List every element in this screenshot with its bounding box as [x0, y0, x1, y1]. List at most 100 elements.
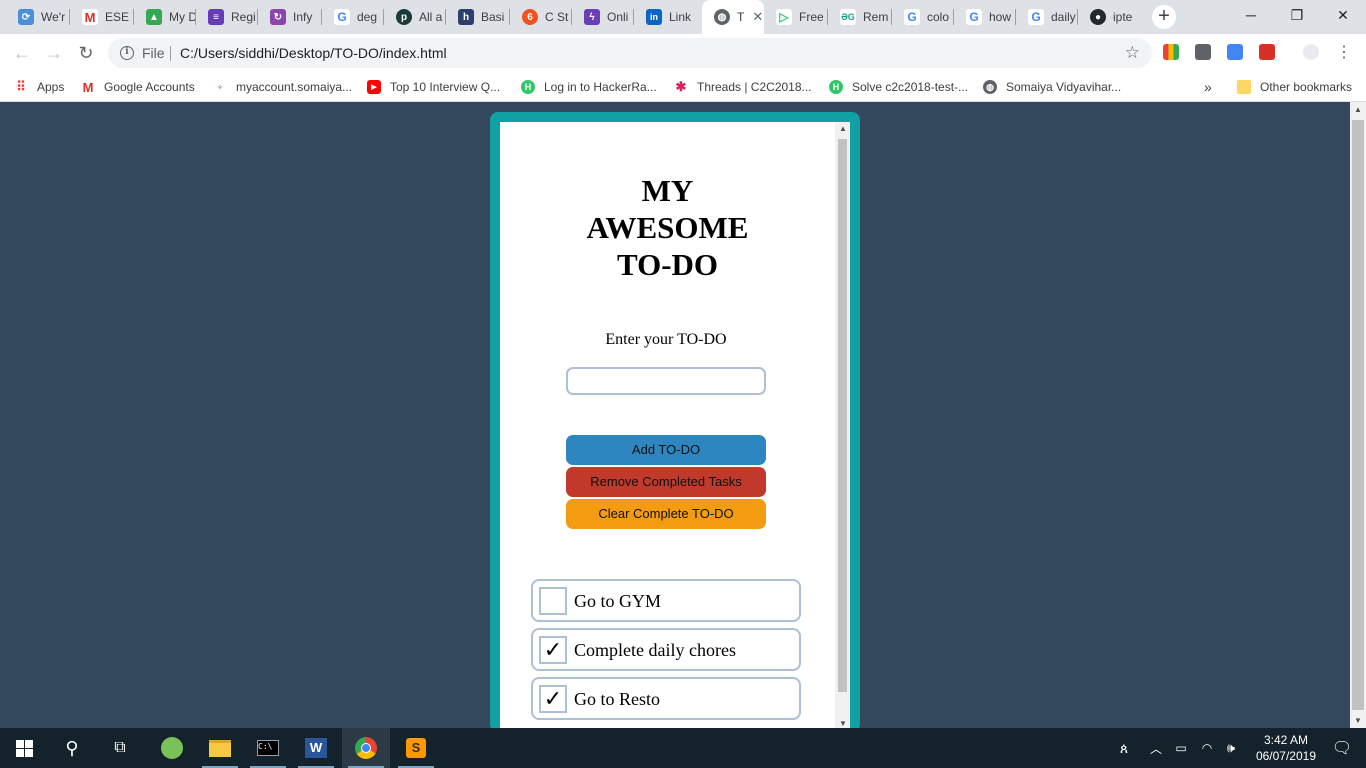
scroll-up-icon[interactable]: ▲: [1354, 105, 1362, 114]
taskbar: ⚲ ⧉ C:\ W S ጰ ︿ ▭ ◠ 🕪 3:42 AM 06/07/2019…: [0, 728, 1366, 768]
bookmark-item[interactable]: ◍ Somaiya Vidyavihar...: [983, 78, 1121, 96]
browser-tab[interactable]: ● ipte: [1078, 0, 1142, 34]
address-divider: [170, 46, 171, 61]
todo-checkbox[interactable]: ✓: [539, 636, 567, 664]
file-explorer-icon[interactable]: [196, 728, 244, 768]
bookmark-item[interactable]: H Log in to HackerRa...: [521, 78, 657, 96]
forms-icon: ≡: [208, 9, 224, 25]
panel-scrollbar-thumb[interactable]: [838, 139, 847, 692]
extension-icon[interactable]: [1195, 44, 1211, 60]
chrome-icon[interactable]: [342, 728, 390, 768]
bookmarks-overflow-button[interactable]: »: [1204, 78, 1212, 96]
todo-item[interactable]: ✓ Go to Resto: [531, 677, 801, 720]
browser-tab[interactable]: Gdeg: [322, 0, 384, 34]
notifications-icon[interactable]: 🗨: [1318, 728, 1366, 768]
bookmark-item[interactable]: H Solve c2c2018-test-...: [829, 78, 968, 96]
terminal-icon[interactable]: C:\: [244, 728, 292, 768]
new-tab-button[interactable]: +: [1152, 5, 1176, 29]
bookmark-apps[interactable]: ⠿ Apps: [14, 78, 64, 96]
close-icon[interactable]: ✕: [752, 9, 763, 25]
browser-tab[interactable]: 6C St: [510, 0, 572, 34]
google-icon: G: [904, 9, 920, 25]
title-line: TO-DO: [616, 247, 719, 282]
google-icon: G: [966, 9, 982, 25]
browser-tab[interactable]: Ghow: [954, 0, 1016, 34]
other-bookmarks[interactable]: Other bookmarks: [1237, 78, 1352, 96]
todo-checkbox[interactable]: [539, 587, 567, 615]
minimize-button[interactable]: ─: [1228, 0, 1274, 30]
browser-tab-active[interactable]: ◍ T ✕: [702, 0, 764, 34]
browser-tab[interactable]: ▲ My D: [134, 0, 196, 34]
start-button[interactable]: [0, 728, 48, 768]
taskbar-clock[interactable]: 3:42 AM 06/07/2019: [1256, 732, 1316, 764]
todo-input[interactable]: [566, 367, 766, 395]
hashnode-icon: h: [458, 9, 474, 25]
volume-icon[interactable]: 🕪: [1216, 728, 1246, 768]
todo-item[interactable]: ✓ Complete daily chores: [531, 628, 801, 671]
back-button[interactable]: ←: [11, 42, 33, 64]
hackerrank-icon: H: [521, 80, 535, 94]
codechef-icon: 6: [522, 9, 538, 25]
title-line: MY: [641, 173, 694, 208]
sync-icon: ⟳: [18, 9, 34, 25]
infy-icon: ↻: [270, 9, 286, 25]
profile-avatar[interactable]: [1303, 44, 1319, 60]
todo-item[interactable]: Go to GYM: [531, 579, 801, 622]
page-scrollbar-thumb[interactable]: [1352, 120, 1364, 710]
sublime-text-icon[interactable]: S: [392, 728, 440, 768]
play-icon: ▷: [776, 9, 792, 25]
youtube-icon: ▶: [367, 80, 381, 94]
scroll-down-icon[interactable]: ▼: [1354, 716, 1362, 725]
slack-icon: ✱: [675, 79, 687, 94]
browser-tab[interactable]: p All a: [384, 0, 446, 34]
apps-grid-icon: ⠿: [16, 79, 26, 94]
todo-app-frame: MY AWESOME TO-DO Enter your TO-DO Add TO…: [490, 112, 860, 732]
remove-completed-button[interactable]: Remove Completed Tasks: [566, 467, 766, 497]
add-todo-button[interactable]: Add TO-DO: [566, 435, 766, 465]
browser-tab[interactable]: in Link: [634, 0, 700, 34]
browser-tab[interactable]: ≡ Regi: [196, 0, 258, 34]
word-icon[interactable]: W: [292, 728, 340, 768]
reload-button[interactable]: ↻: [75, 42, 97, 64]
forward-button[interactable]: →: [43, 42, 65, 64]
translate-icon[interactable]: [1227, 44, 1243, 60]
info-icon[interactable]: i: [120, 46, 134, 60]
browser-tab[interactable]: Gdaily: [1016, 0, 1078, 34]
linkedin-icon: in: [646, 9, 662, 25]
browser-tab[interactable]: ⟳ We'r: [6, 0, 70, 34]
browser-tab[interactable]: M ESE: [70, 0, 134, 34]
address-bar[interactable]: i File C:/Users/siddhi/Desktop/TO-DO/ind…: [108, 38, 1152, 68]
scroll-up-icon[interactable]: ▲: [839, 124, 847, 133]
browser-tab[interactable]: ↻ Infy: [258, 0, 322, 34]
browser-tab[interactable]: ϟ Onli: [572, 0, 634, 34]
search-icon[interactable]: ⚲: [48, 728, 96, 768]
google-icon: G: [1028, 9, 1044, 25]
globe-icon: ◍: [983, 80, 997, 94]
page-scrollbar[interactable]: ▲ ▼: [1350, 102, 1366, 728]
bookmark-item[interactable]: ▶ Top 10 Interview Q...: [367, 78, 500, 96]
close-window-button[interactable]: ✕: [1320, 0, 1366, 30]
android-studio-icon[interactable]: [148, 728, 196, 768]
colorpicker-extension-icon[interactable]: [1163, 44, 1179, 60]
bookmark-star-icon[interactable]: ☆: [1125, 43, 1140, 63]
bookmark-item[interactable]: ✱ Threads | C2C2018...: [674, 78, 812, 96]
panel-scrollbar[interactable]: ▲ ▼: [835, 122, 850, 730]
bookmark-item[interactable]: M Google Accounts: [81, 78, 195, 96]
browser-tab[interactable]: h Basi: [446, 0, 510, 34]
clear-todo-button[interactable]: Clear Complete TO-DO: [566, 499, 766, 529]
gmail-extension-icon[interactable]: [1259, 44, 1275, 60]
browser-tab[interactable]: ƏG Rem: [828, 0, 892, 34]
restore-button[interactable]: ❐: [1274, 0, 1320, 30]
menu-kebab-icon[interactable]: ⋮: [1333, 42, 1355, 64]
browser-tab[interactable]: Gcolo: [892, 0, 954, 34]
todo-input-label: Enter your TO-DO: [605, 331, 727, 348]
browser-tab[interactable]: ▷ Free: [764, 0, 828, 34]
bookmark-item[interactable]: ♆ myaccount.somaiya...: [213, 78, 352, 96]
task-view-icon[interactable]: ⧉: [96, 728, 144, 768]
scroll-down-icon[interactable]: ▼: [839, 719, 847, 728]
address-scheme: File: [142, 45, 165, 61]
address-url[interactable]: C:/Users/siddhi/Desktop/TO-DO/index.html: [180, 45, 447, 61]
page-title: MY AWESOME TO-DO: [500, 172, 835, 283]
clock-time: 3:42 AM: [1263, 733, 1308, 747]
todo-checkbox[interactable]: ✓: [539, 685, 567, 713]
